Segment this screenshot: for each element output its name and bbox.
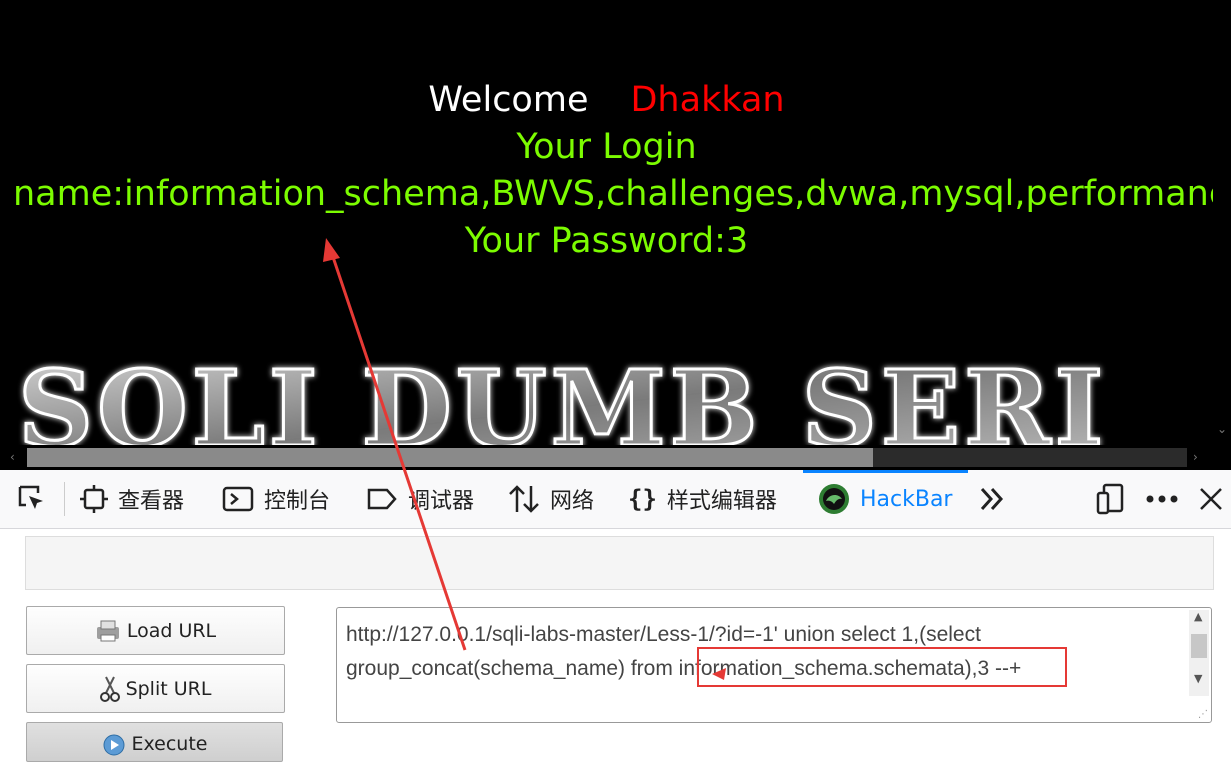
split-url-button[interactable]: Split URL <box>26 664 285 713</box>
banner-text: SQLI DUMB SERI <box>18 352 1107 445</box>
page-vertical-scrollbar[interactable]: ⌄ <box>1213 0 1231 445</box>
tab-inspector[interactable]: 查看器 <box>80 470 184 528</box>
load-url-icon <box>96 620 119 641</box>
options-menu-button[interactable] <box>1146 470 1178 528</box>
tab-style-editor[interactable]: {} 样式编辑器 <box>628 470 777 528</box>
console-icon <box>222 486 254 512</box>
debugger-icon <box>367 488 397 510</box>
hackbar-menu-bar <box>25 536 1214 590</box>
close-devtools-button[interactable] <box>1199 470 1223 528</box>
tab-hackbar[interactable]: HackBar <box>818 470 952 528</box>
tab-network[interactable]: 网络 <box>508 470 594 528</box>
scroll-up-arrow-icon[interactable]: ▲ <box>1194 610 1202 623</box>
password-result: Your Password:3 <box>464 221 749 261</box>
resize-grip-icon[interactable]: ⋰ <box>1198 709 1208 720</box>
tab-label: HackBar <box>860 486 953 512</box>
style-editor-icon: {} <box>628 485 657 513</box>
tab-label: 样式编辑器 <box>666 489 777 514</box>
load-url-label: Load URL <box>126 619 217 642</box>
tab-label: 控制台 <box>264 489 331 514</box>
scroll-left-arrow-icon[interactable]: ‹ <box>10 450 15 464</box>
textarea-scroll-thumb[interactable] <box>1191 634 1207 658</box>
execute-icon <box>103 734 124 756</box>
tab-label: 查看器 <box>118 489 185 514</box>
dock-toggle-button[interactable] <box>1096 470 1126 528</box>
scroll-right-arrow-icon[interactable]: › <box>1193 450 1198 464</box>
textarea-scrollbar[interactable]: ▲ ▼ <box>1189 610 1209 696</box>
devtools-toolbar: 查看器 控制台 调试器 网络 {} 样式编辑器 HackBar <box>0 470 1231 529</box>
scroll-down-arrow-icon[interactable]: ⌄ <box>1217 422 1227 436</box>
tab-console[interactable]: 控制台 <box>222 470 330 528</box>
url-textarea[interactable]: http://127.0.0.1/sqli-labs-master/Less-1… <box>336 607 1212 723</box>
more-tabs-button[interactable] <box>978 470 1006 528</box>
url-value[interactable]: http://127.0.0.1/sqli-labs-master/Less-1… <box>346 618 1186 686</box>
welcome-username: Dhakkan <box>630 80 785 120</box>
login-label: Your Login <box>516 127 697 167</box>
execute-label: Execute <box>131 733 208 755</box>
tab-label: 调试器 <box>408 489 475 514</box>
sqli-banner-logo: SQLI DUMB SERI <box>17 352 1107 445</box>
scroll-down-arrow-icon[interactable]: ▼ <box>1194 672 1202 685</box>
load-url-button[interactable]: Load URL <box>26 606 285 655</box>
login-name-result: name:information_schema,BWVS,challenges,… <box>13 174 1213 214</box>
page-viewport: Welcome Dhakkan Your Login name:informati… <box>0 0 1213 445</box>
close-icon <box>1200 488 1222 510</box>
execute-button[interactable]: Execute <box>26 722 283 762</box>
ellipsis-icon <box>1146 495 1178 503</box>
element-picker-button[interactable] <box>16 470 48 528</box>
scissors-icon <box>99 676 120 702</box>
toolbar-separator <box>64 482 65 516</box>
split-url-label: Split URL <box>125 677 212 700</box>
tab-label: 网络 <box>550 489 595 514</box>
tab-debugger[interactable]: 调试器 <box>366 470 474 528</box>
responsive-design-icon <box>1096 483 1124 515</box>
scrollbar-thumb[interactable] <box>27 448 873 467</box>
chevron-double-right-icon <box>980 487 1004 511</box>
hackbar-icon <box>819 484 849 514</box>
network-icon <box>509 485 539 513</box>
welcome-label: Welcome <box>428 80 589 120</box>
active-tab-indicator <box>803 470 968 473</box>
page-horizontal-scrollbar[interactable]: ‹ › <box>0 445 1231 470</box>
picker-icon <box>18 485 43 509</box>
devtools-panel: 查看器 控制台 调试器 网络 {} 样式编辑器 HackBar Load URL… <box>0 470 1231 762</box>
inspector-icon <box>80 485 108 513</box>
welcome-line: Welcome Dhakkan <box>0 80 1213 120</box>
